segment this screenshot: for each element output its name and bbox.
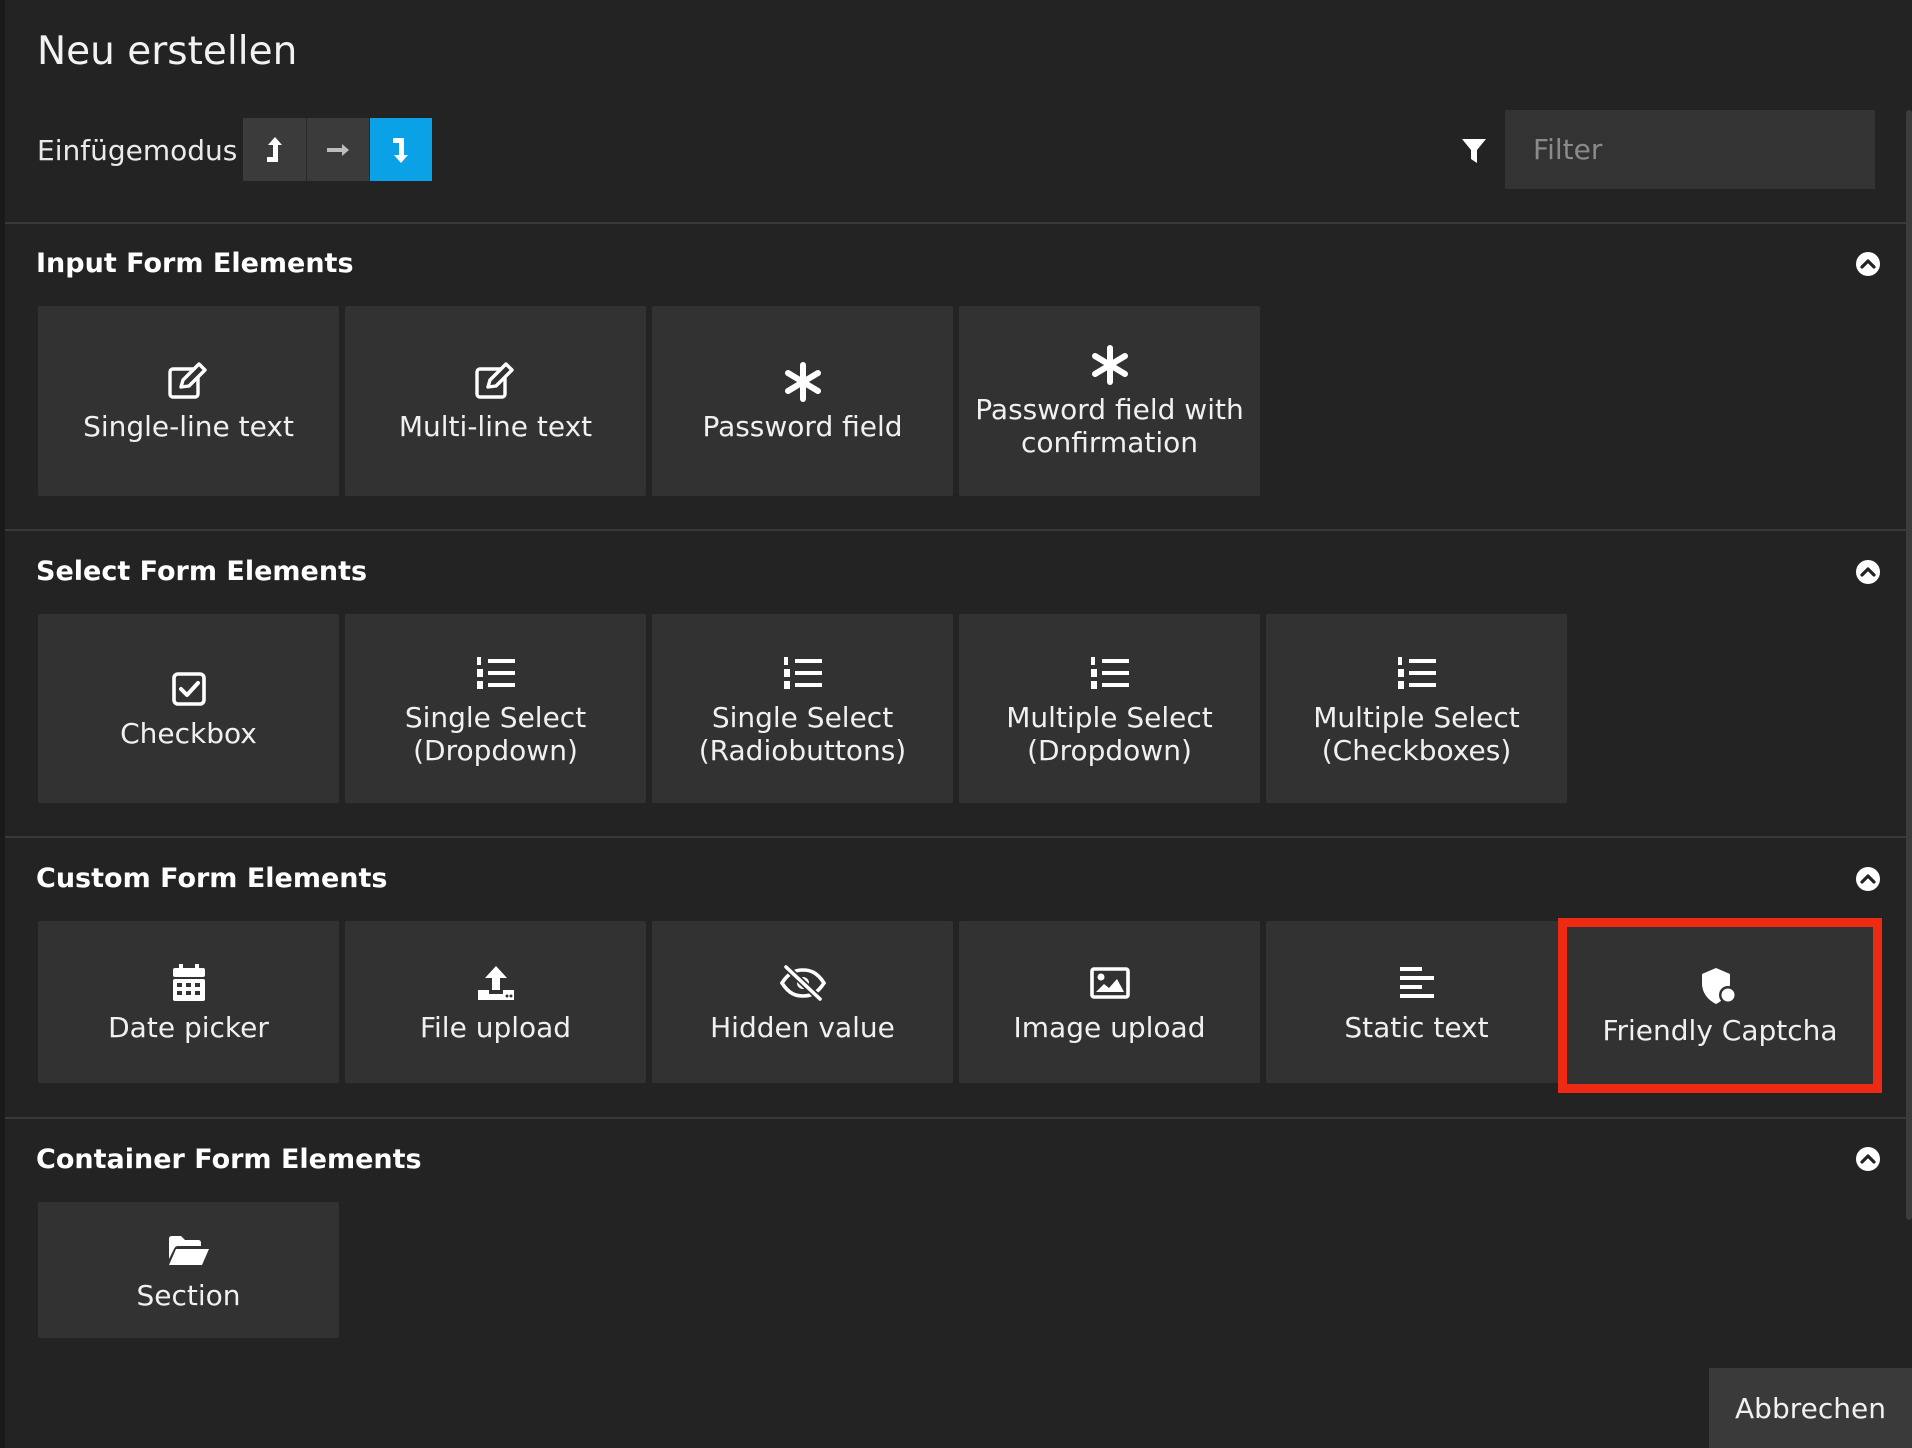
section-divider [5,836,1906,838]
element-label: Single Select (Radiobuttons) [698,700,907,767]
chevron-up-icon[interactable] [1855,251,1881,277]
group-title-input: Input Form Elements [36,248,354,279]
insert-after-button[interactable] [369,118,432,181]
numbered-list-icon [1396,651,1438,695]
element-label: Single-line text [83,409,294,443]
element-label: Single Select (Dropdown) [404,700,587,767]
element-label: Date picker [108,1010,269,1044]
element-single-select-radiobuttons[interactable]: Single Select (Radiobuttons) [652,614,953,803]
edit-icon [167,360,211,404]
section-divider [5,1117,1906,1119]
element-multiple-select-dropdown[interactable]: Multiple Select (Dropdown) [959,614,1260,803]
element-label: Hidden value [710,1010,895,1044]
element-label: Multi-line text [398,409,593,443]
left-edge [0,0,5,1448]
element-label: Static text [1344,1010,1489,1044]
numbered-list-icon [782,651,824,695]
calendar-icon [172,961,206,1005]
numbered-list-icon [1089,651,1131,695]
arrow-down-icon [393,137,408,163]
insert-inside-button[interactable] [306,118,369,181]
checkbox-icon [171,667,206,711]
group-title-container: Container Form Elements [36,1144,422,1175]
element-hidden-value[interactable]: Hidden value [652,921,953,1083]
filter-input[interactable] [1505,110,1875,189]
insert-mode-label: Einfügemodus [37,134,238,167]
element-label: File upload [419,1010,572,1044]
element-date-picker[interactable]: Date picker [38,921,339,1083]
element-label: Image upload [1013,1010,1206,1044]
modal-title: Neu erstellen [37,29,298,74]
chevron-up-icon[interactable] [1855,1146,1881,1172]
new-element-modal: Neu erstellen Einfügemodus Input Form El… [0,0,1912,1448]
chevron-up-icon[interactable] [1855,559,1881,585]
edit-icon [474,360,518,404]
section-divider [5,222,1906,224]
element-file-upload[interactable]: File upload [345,921,646,1083]
asterisk-icon [1090,343,1130,387]
insert-before-button[interactable] [243,118,306,181]
align-left-icon [1399,961,1435,1005]
cancel-button[interactable]: Abbrechen [1709,1368,1912,1448]
group-title-select: Select Form Elements [36,556,368,587]
element-label: Checkbox [120,717,257,750]
element-section[interactable]: Section [38,1202,339,1338]
group-title-custom: Custom Form Elements [36,863,388,894]
element-static-text[interactable]: Static text [1266,921,1567,1083]
element-single-select-dropdown[interactable]: Single Select (Dropdown) [345,614,646,803]
element-label: Section [136,1278,241,1312]
folder-open-icon [167,1229,211,1273]
insert-mode-group [243,118,432,181]
element-password-field[interactable]: Password field [652,306,953,496]
element-multiple-select-checkboxes[interactable]: Multiple Select (Checkboxes) [1266,614,1567,803]
section-divider [5,529,1906,531]
arrow-up-icon [266,136,282,162]
filter-icon [1462,139,1486,163]
highlight-box [1558,918,1882,1093]
asterisk-icon [783,360,823,404]
element-label: Multiple Select (Checkboxes) [1313,700,1520,767]
element-checkbox[interactable]: Checkbox [38,614,339,803]
upload-icon [476,961,516,1005]
numbered-list-icon [475,651,517,695]
element-label: Password field with confirmation [975,393,1244,459]
image-icon [1089,961,1130,1005]
element-multi-line-text[interactable]: Multi-line text [345,306,646,496]
element-password-field-confirmation[interactable]: Password field with confirmation [959,306,1260,496]
scrollbar[interactable] [1906,110,1912,1220]
element-label: Multiple Select (Dropdown) [1006,700,1213,767]
chevron-up-icon[interactable] [1855,866,1881,892]
eye-slash-icon [779,961,827,1005]
element-label: Password field [702,409,903,443]
arrow-right-icon [327,143,349,156]
element-image-upload[interactable]: Image upload [959,921,1260,1083]
element-single-line-text[interactable]: Single-line text [38,306,339,496]
